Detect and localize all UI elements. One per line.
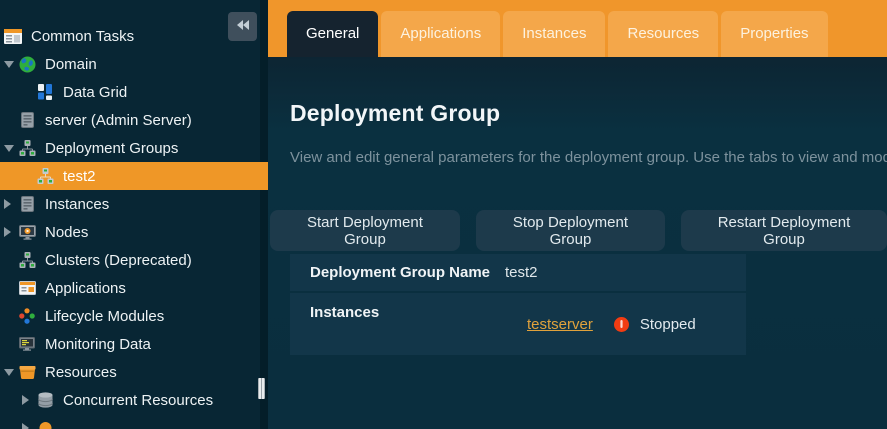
monitoring-data-icon (18, 337, 36, 351)
collapse-left-icon (236, 19, 250, 34)
main-content-panel: Deployment Group View and edit general p… (268, 57, 887, 429)
action-button-row: Start Deployment Group Stop Deployment G… (270, 210, 887, 251)
stop-deployment-group-button[interactable]: Stop Deployment Group (476, 210, 665, 251)
chevron-down-icon[interactable] (4, 61, 18, 68)
cluster-icon (36, 168, 54, 184)
tab-instances[interactable]: Instances (503, 11, 605, 57)
chevron-right-icon[interactable] (4, 199, 18, 209)
sidebar-tree-panel: Common Tasks Domain Data Grid (0, 0, 268, 429)
sidebar-item-applications[interactable]: Applications (0, 274, 268, 302)
page-description: View and edit general parameters for the… (290, 149, 887, 166)
sidebar-item-concurrent-resources[interactable]: Concurrent Resources (0, 386, 268, 414)
table-row: Instances testserver Stopped (290, 293, 746, 355)
sidebar-item-label: Nodes (45, 224, 88, 241)
tab-properties[interactable]: Properties (721, 11, 827, 57)
tab-bar: General Applications Instances Resources… (268, 0, 887, 57)
sidebar-item-resources[interactable]: Resources (0, 358, 268, 386)
sidebar-item-label: Lifecycle Modules (45, 308, 164, 325)
deployment-group-name-label: Deployment Group Name (290, 264, 505, 281)
tab-general[interactable]: General (287, 11, 378, 57)
table-row: Deployment Group Name test2 (290, 254, 746, 291)
sidebar-item-server[interactable]: server (Admin Server) (0, 106, 268, 134)
server-icon (18, 112, 36, 128)
sidebar-item-label: Common Tasks (31, 28, 134, 45)
instance-cell: testserver Stopped (505, 293, 696, 355)
data-grid-icon (36, 84, 54, 100)
splitter-drag-handle[interactable] (258, 378, 265, 399)
sidebar-item-test2[interactable]: test2 (0, 162, 268, 190)
chevron-right-icon[interactable] (22, 423, 36, 429)
chevron-right-icon[interactable] (4, 227, 18, 237)
sidebar-item-label: Applications (45, 280, 126, 297)
common-tasks-icon (4, 29, 22, 44)
sidebar-item-clusters[interactable]: Clusters (Deprecated) (0, 246, 268, 274)
sidebar-item-data-grid[interactable]: Data Grid (0, 78, 268, 106)
sidebar-item-label: Domain (45, 56, 97, 73)
status-text: Stopped (640, 316, 696, 333)
domain-globe-icon (18, 56, 36, 73)
lifecycle-modules-icon (18, 308, 36, 324)
sidebar-item-label: Resources (45, 364, 117, 381)
properties-table: Deployment Group Name test2 Instances te… (290, 254, 746, 355)
cluster-icon (18, 140, 36, 156)
sidebar-item-label: server (Admin Server) (45, 112, 192, 129)
chevron-down-icon[interactable] (4, 369, 18, 376)
resources-box-icon (18, 365, 36, 379)
admin-console-window: Common Tasks Domain Data Grid (0, 0, 887, 429)
sidebar-item-deployment-groups[interactable]: Deployment Groups (0, 134, 268, 162)
instances-label: Instances (290, 293, 505, 355)
sidebar-item-label: Deployment Groups (45, 140, 178, 157)
node-monitor-icon (18, 225, 36, 240)
sidebar-item-domain[interactable]: Domain (0, 50, 268, 78)
sidebar-item-label: Concurrent Resources (63, 392, 213, 409)
server-icon (18, 196, 36, 212)
cluster-icon (18, 252, 36, 268)
page-title: Deployment Group (290, 100, 887, 127)
chevron-down-icon[interactable] (4, 145, 18, 152)
deployment-group-name-value: test2 (505, 264, 538, 281)
sidebar-item-label: Monitoring Data (45, 336, 151, 353)
restart-deployment-group-button[interactable]: Restart Deployment Group (681, 210, 887, 251)
tab-applications[interactable]: Applications (381, 11, 500, 57)
sidebar-item-monitoring-data[interactable]: Monitoring Data (0, 330, 268, 358)
sidebar-item-nodes[interactable]: Nodes (0, 218, 268, 246)
sidebar-item-label: Data Grid (63, 84, 127, 101)
sidebar-item-lifecycle-modules[interactable]: Lifecycle Modules (0, 302, 268, 330)
start-deployment-group-button[interactable]: Start Deployment Group (270, 210, 460, 251)
sidebar-item-instances[interactable]: Instances (0, 190, 268, 218)
sidebar-item-partial[interactable] (0, 414, 268, 429)
sidebar-item-label: Instances (45, 196, 109, 213)
sidebar-item-label: test2 (63, 168, 96, 185)
stopped-status-icon (613, 316, 630, 333)
database-icon (36, 392, 54, 408)
testserver-link[interactable]: testserver (527, 316, 593, 333)
tab-resources[interactable]: Resources (608, 11, 718, 57)
applications-icon (18, 281, 36, 295)
sidebar-collapse-button[interactable] (228, 12, 257, 41)
navigation-tree: Common Tasks Domain Data Grid (0, 0, 268, 429)
sidebar-item-label: Clusters (Deprecated) (45, 252, 192, 269)
chevron-right-icon[interactable] (22, 395, 36, 405)
connector-icon (36, 420, 54, 429)
